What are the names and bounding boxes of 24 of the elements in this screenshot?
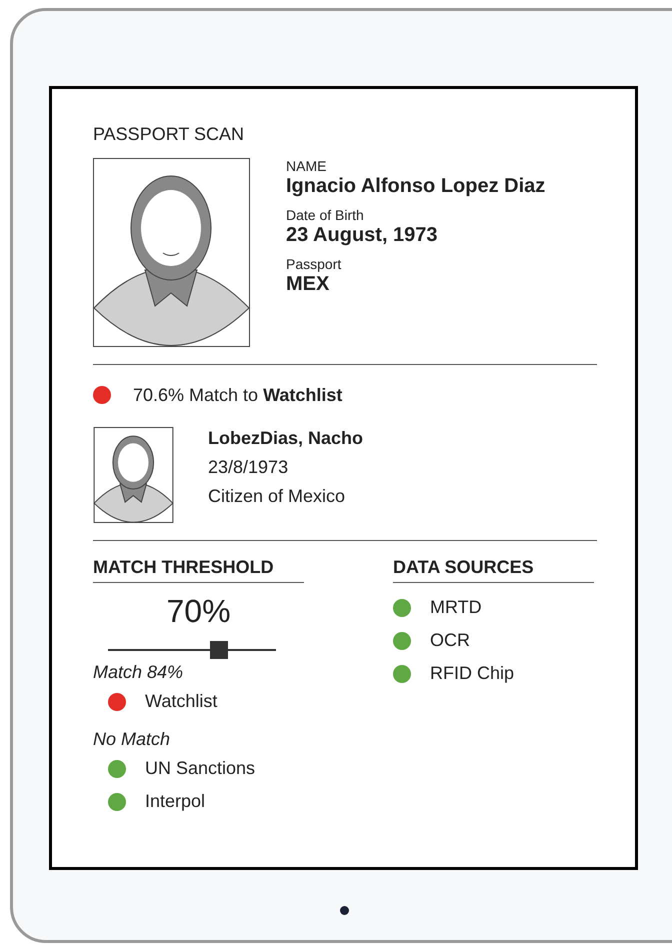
list-label: RFID Chip	[430, 662, 514, 685]
list-label: MRTD	[430, 596, 482, 619]
field-value: 23 August, 1973	[286, 223, 439, 247]
field-label: NAME	[286, 158, 328, 174]
section-heading: MATCH THRESHOLD	[93, 555, 304, 583]
field-label: Date of Birth	[286, 207, 365, 223]
candidate-name: LobezDias, Nacho	[208, 427, 364, 450]
list-label: Interpol	[145, 790, 206, 813]
field-label: Passport	[286, 256, 342, 272]
camera-dot	[340, 906, 349, 915]
slider-thumb[interactable]	[210, 641, 228, 659]
group-label: Match 84%	[93, 661, 184, 684]
section-heading: DATA SOURCES	[393, 555, 594, 583]
section-title: PASSPORT SCAN	[93, 123, 246, 146]
candidate-detail: 23/8/1973	[208, 456, 290, 479]
field-value: MEX	[286, 272, 330, 296]
candidate-detail: Citizen of Mexico	[208, 485, 346, 508]
threshold-reading: 70%	[165, 592, 232, 631]
field-value: Ignacio Alfonso Lopez Diaz	[286, 174, 546, 198]
group-label: No Match	[93, 728, 172, 751]
list-label: UN Sanctions	[145, 757, 256, 780]
match-summary: 70.6% Match to Watchlist	[133, 384, 342, 407]
list-label: Watchlist	[145, 690, 218, 713]
list-label: OCR	[430, 629, 470, 652]
